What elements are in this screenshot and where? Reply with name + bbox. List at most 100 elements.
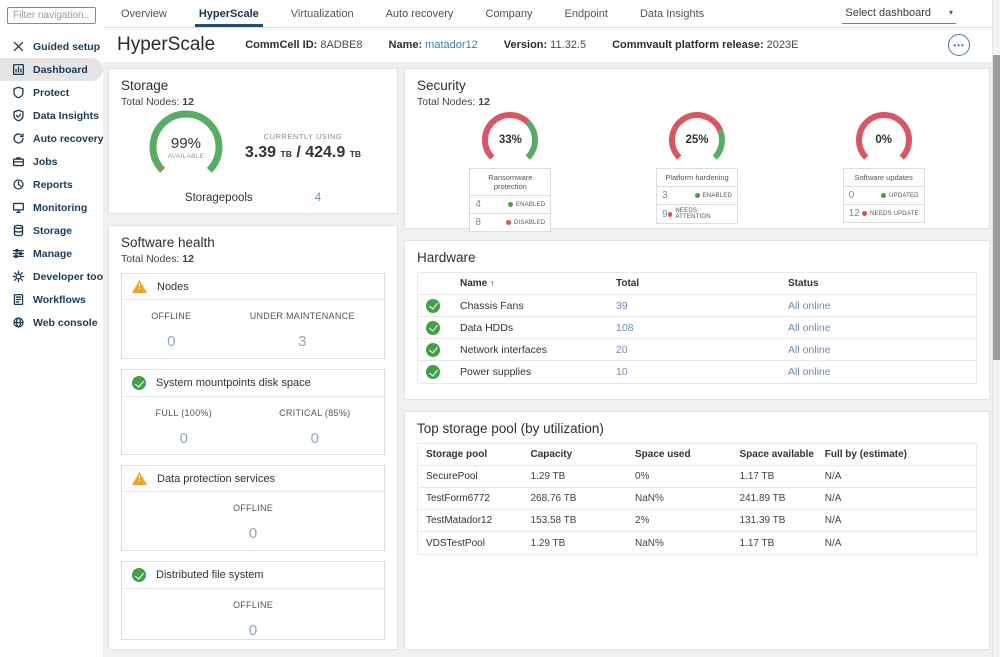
sidebar-item-data-insights[interactable]: Data Insights	[0, 104, 103, 127]
total-count-link[interactable]: 108	[616, 322, 788, 334]
status-link[interactable]: All online	[788, 300, 976, 312]
total-count-link[interactable]: 20	[616, 344, 788, 356]
security-total-nodes: Total Nodes: 12	[417, 96, 977, 108]
tab-endpoint[interactable]: Endpoint	[549, 0, 624, 27]
tab-auto-recovery[interactable]: Auto recovery	[370, 0, 470, 27]
green-dot-icon	[881, 193, 886, 198]
enabled-count-link[interactable]: 4	[475, 199, 481, 210]
software-health-title: Software health	[121, 235, 385, 250]
needs-update-count-link[interactable]: 12	[849, 208, 860, 219]
page-header: HyperScale CommCell ID:8ADBE8 Name:matad…	[103, 28, 992, 62]
sliders-icon	[12, 247, 25, 260]
scrollbar-thumb[interactable]	[993, 55, 1000, 360]
warning-icon	[132, 472, 147, 485]
table-row: VDSTestPool 1.29 TB NaN% 1.17 TB N/A	[418, 532, 976, 554]
sort-ascending-icon[interactable]: ↑	[490, 278, 495, 288]
ok-check-icon	[132, 376, 146, 390]
mountpoints-full-count-link[interactable]: 0	[156, 430, 213, 447]
sidebar-item-storage[interactable]: Storage	[0, 219, 103, 242]
sidebar-item-developer-tools[interactable]: Developer tools	[0, 265, 103, 288]
dps-offline-count-link[interactable]: 0	[233, 525, 273, 542]
hardware-card: Hardware Name ↑ Total Status Chassis Fan…	[404, 240, 990, 400]
tools-icon	[12, 40, 25, 53]
tab-data-insights[interactable]: Data Insights	[624, 0, 720, 27]
storage-card: Storage Total Nodes: 12 99% AVAILABLE CU…	[108, 68, 398, 214]
gauge-sublabel: AVAILABLE	[168, 153, 205, 160]
recovery-arrow-icon	[12, 132, 25, 145]
gear-icon	[12, 270, 25, 283]
total-count-link[interactable]: 39	[616, 300, 788, 312]
ok-check-icon	[426, 365, 440, 379]
nodes-offline-stat: OFFLINE 0	[151, 311, 191, 350]
mountpoints-critical-count-link[interactable]: 0	[279, 430, 350, 447]
security-card: Security Total Nodes: 12 33% Ransomware …	[404, 68, 990, 229]
disabled-count-link[interactable]: 8	[475, 217, 481, 228]
tab-hyperscale[interactable]: HyperScale	[183, 0, 275, 27]
top-storage-pool-title: Top storage pool (by utilization)	[417, 421, 977, 436]
dashboard-content: Storage Total Nodes: 12 99% AVAILABLE CU…	[103, 62, 992, 657]
table-row: Data HDDs 108 All online	[418, 317, 976, 339]
table-row: 8 DISABLED	[470, 214, 550, 231]
usage-values: 3.39 TB / 424.9 TB	[245, 144, 361, 162]
table-row: 4 ENABLED	[470, 196, 550, 214]
data-protection-section: Data protection services OFFLINE 0	[121, 465, 385, 551]
sidebar-item-guided-setup[interactable]: Guided setup	[0, 35, 103, 58]
ellipsis-icon: •••	[953, 41, 964, 50]
red-dot-icon	[506, 220, 511, 225]
sidebar-item-manage[interactable]: Manage	[0, 242, 103, 265]
sidebar-item-protect[interactable]: Protect	[0, 81, 103, 104]
sidebar-item-auto-recovery[interactable]: Auto recovery	[0, 127, 103, 150]
shield-check-icon	[12, 109, 25, 122]
sidebar-item-monitoring[interactable]: Monitoring	[0, 196, 103, 219]
ransomware-protection-table: Ransomware protection 4 ENABLED 8 DISABL…	[469, 168, 551, 232]
briefcase-icon	[12, 155, 25, 168]
gauge-percent-label: 99%	[171, 135, 201, 152]
table-row: Power supplies 10 All online	[418, 361, 976, 383]
vertical-scrollbar	[992, 0, 1000, 657]
storage-card-title: Storage	[121, 78, 385, 93]
platform-release: Commvault platform release:2023E	[612, 39, 798, 51]
dfs-offline-count-link[interactable]: 0	[233, 622, 273, 639]
report-clock-icon	[12, 178, 25, 191]
sidebar-item-reports[interactable]: Reports	[0, 173, 103, 196]
table-row: 9 NEEDS ATTENTION	[657, 205, 737, 223]
enabled-count-link[interactable]: 3	[662, 190, 668, 201]
green-dot-icon	[508, 202, 513, 207]
tab-virtualization[interactable]: Virtualization	[275, 0, 370, 27]
more-options-button[interactable]: •••	[948, 34, 970, 56]
tab-company[interactable]: Company	[469, 0, 548, 27]
nodes-offline-count-link[interactable]: 0	[151, 333, 191, 350]
mountpoints-critical-stat: CRITICAL (85%) 0	[279, 408, 350, 447]
command-center-app: Guided setup Dashboard Protect Data Insi…	[0, 0, 1000, 657]
tab-overview[interactable]: Overview	[105, 0, 183, 27]
sidebar-item-dashboard[interactable]: Dashboard	[0, 58, 103, 81]
sidebar-item-workflows[interactable]: Workflows	[0, 288, 103, 311]
nodes-maintenance-count-link[interactable]: 3	[250, 333, 355, 350]
storage-availability-gauge: 99% AVAILABLE	[145, 106, 227, 188]
commcell-name: Name:matador12	[389, 39, 478, 51]
header-meta: CommCell ID:8ADBE8 Name:matador12 Versio…	[245, 39, 798, 51]
sidebar-nav: Guided setup Dashboard Protect Data Insi…	[0, 35, 103, 334]
mountpoints-full-stat: FULL (100%) 0	[156, 408, 213, 447]
top-storage-pool-card: Top storage pool (by utilization) Storag…	[404, 411, 990, 650]
filter-navigation-input[interactable]	[7, 7, 96, 24]
main-area: Overview HyperScale Virtualization Auto …	[103, 0, 992, 657]
top-storage-pool-table: Storage pool Capacity Space used Space a…	[417, 443, 977, 555]
commcell-name-link[interactable]: matador12	[422, 39, 478, 51]
dps-offline-stat: OFFLINE 0	[233, 503, 273, 542]
sidebar-item-web-console[interactable]: Web console	[0, 311, 103, 334]
nodes-section: Nodes OFFLINE 0 UNDER MAINTENANCE 3	[121, 273, 385, 359]
ransomware-protection-gauge: 33%	[478, 108, 542, 172]
sidebar-item-jobs[interactable]: Jobs	[0, 150, 103, 173]
red-dot-icon	[862, 211, 867, 216]
status-link[interactable]: All online	[788, 366, 976, 378]
dashboard-tabs: Overview HyperScale Virtualization Auto …	[103, 0, 992, 28]
total-count-link[interactable]: 10	[616, 366, 788, 378]
status-link[interactable]: All online	[788, 322, 976, 334]
hardware-table-header: Name ↑ Total Status	[418, 273, 976, 295]
updated-count-link[interactable]: 0	[849, 190, 855, 201]
hardware-card-title: Hardware	[417, 250, 977, 265]
status-link[interactable]: All online	[788, 344, 976, 356]
storagepools-count-link[interactable]: 4	[315, 192, 321, 204]
select-dashboard-dropdown[interactable]: Select dashboard ▾	[842, 4, 956, 24]
